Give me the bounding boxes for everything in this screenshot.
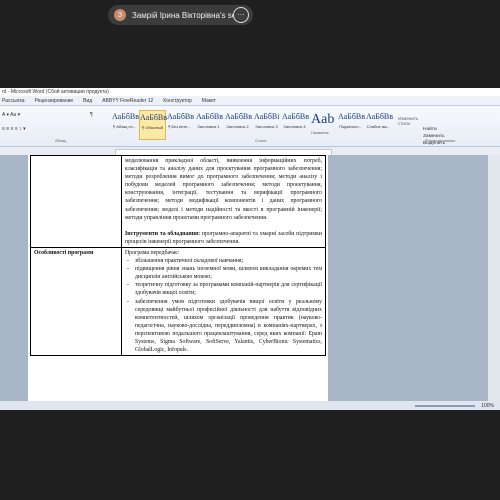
more-options-icon[interactable]: ⋯	[233, 7, 249, 23]
style-name: Заголовок 4	[283, 124, 306, 129]
group-label-editing: Редактирование	[425, 138, 456, 143]
editing-group: Найти Заменить Выделить	[423, 126, 445, 147]
style-name: Заголовок 1	[197, 124, 220, 129]
find-button[interactable]: Найти	[423, 126, 445, 133]
program-table: моделювання прикладної області, виявленн…	[30, 155, 326, 357]
screen-share-indicator[interactable]: З Замрій Ірина Вікторівна's screen ⋯	[108, 5, 253, 25]
tab-view[interactable]: Вид	[83, 98, 92, 104]
style-heading-3[interactable]: АаБбВі Заголовок 3	[254, 110, 279, 138]
style-heading-2[interactable]: АаБбВв Заголовок 2	[225, 110, 252, 138]
sort-icon[interactable]: ¶	[90, 112, 93, 118]
style-title-name: Название	[311, 130, 329, 135]
paragraph-align-buttons[interactable]: ≡ ≡ ≡ ≡ ↕ ▾	[2, 126, 26, 132]
style-name: ¶ Обычный	[142, 125, 163, 130]
table-row: Особливості програми Програма передбачає…	[30, 246, 326, 357]
style-subtitle[interactable]: АаБбВв Подзаголо...	[338, 110, 365, 138]
style-title-sample[interactable]: Aab	[311, 112, 334, 128]
style-sample: АаБбВв	[196, 112, 223, 121]
style-name: ¶ Абзац сп...	[112, 124, 137, 129]
style-no-spacing[interactable]: АаБбВв ¶ Без инте...	[167, 110, 194, 138]
tools-label: Інструменти та обладнання:	[125, 230, 201, 237]
table-cell-label	[30, 155, 122, 248]
style-heading-1[interactable]: АаБбВв Заголовок 1	[196, 110, 223, 138]
tools-paragraph: Інструменти та обладнання: програмно-апа…	[125, 230, 322, 246]
methods-paragraph: моделювання прикладної області, виявленн…	[125, 158, 322, 221]
tab-mailings[interactable]: Рассылка	[2, 98, 25, 104]
font-controls[interactable]: A ▾ Aa ▾	[2, 112, 20, 118]
tab-design[interactable]: Конструктор	[163, 98, 192, 104]
document-page[interactable]: моделювання прикладної області, виявленн…	[28, 155, 328, 410]
style-heading-4[interactable]: АаБбВв Заголовок 4	[282, 110, 309, 138]
ribbon: A ▾ Aa ▾ ≡ ≡ ≡ ≡ ↕ ▾ ¶ АаБбВв ¶ Абзац сп…	[0, 106, 500, 147]
ribbon-tabs: Рассылка Рецензирование Вид ABBYY FineRe…	[0, 96, 500, 106]
list-item: забезпечення умов підготовки здобувачів …	[127, 298, 322, 355]
style-sample: АаБбВв	[167, 112, 194, 121]
table-row: моделювання прикладної області, виявленн…	[30, 155, 326, 248]
style-name: ¶ Без инте...	[168, 124, 191, 129]
style-sample: АаБбВв	[225, 112, 252, 121]
tab-layout[interactable]: Макет	[202, 98, 216, 104]
style-sample: АаБбВв	[366, 112, 393, 121]
style-list-paragraph[interactable]: АаБбВв ¶ Абзац сп...	[112, 110, 139, 138]
status-bar: 100%	[0, 401, 500, 410]
table-cell-content[interactable]: моделювання прикладної області, виявленн…	[121, 155, 326, 248]
tab-abbyy[interactable]: ABBYY FineReader 12	[102, 98, 153, 104]
list-item: теоретичну підготовку за програмами комп…	[127, 281, 322, 297]
style-name: Заголовок 3	[255, 124, 278, 129]
vertical-scrollbar[interactable]	[488, 155, 500, 410]
document-area: моделювання прикладної області, виявленн…	[0, 155, 500, 410]
word-title-bar: rd - Microsoft Word (Сбой активации прод…	[0, 88, 500, 96]
style-normal[interactable]: АаБбВв ¶ Обычный	[139, 110, 167, 140]
features-intro: Програма передбачає:	[125, 249, 180, 256]
zoom-slider[interactable]	[415, 404, 476, 407]
table-cell-label: Особливості програми	[30, 246, 122, 357]
style-sample: АаБбВі	[254, 112, 280, 121]
style-sample: АаБбВв	[282, 112, 309, 121]
list-item: збільшення практичної складової навчання…	[127, 257, 322, 265]
group-label-paragraph: Абзац	[55, 138, 67, 143]
tab-review[interactable]: Рецензирование	[35, 98, 74, 104]
table-cell-content[interactable]: Програма передбачає: збільшення практичн…	[121, 246, 326, 357]
zoom-level[interactable]: 100%	[481, 403, 494, 409]
screen-share-title: Замрій Ірина Вікторівна's screen	[132, 10, 233, 20]
group-label-styles: Стили	[255, 138, 267, 143]
style-name: Слабое вы...	[366, 124, 391, 129]
style-sample: АаБбВв	[112, 112, 139, 121]
style-sample: АаБбВв	[140, 113, 167, 122]
shared-screen: rd - Microsoft Word (Сбой активации прод…	[0, 88, 500, 410]
style-subtle-emphasis[interactable]: АаБбВв Слабое вы...	[366, 110, 393, 138]
list-item: підвищення рівня знань іноземної мови, ш…	[127, 265, 322, 281]
style-name: Подзаголо...	[339, 124, 362, 129]
features-list: збільшення практичної складової навчання…	[125, 257, 322, 354]
presenter-avatar: З	[114, 9, 126, 21]
style-name: Заголовок 2	[226, 124, 249, 129]
style-sample: АаБбВв	[338, 112, 365, 121]
change-styles-button[interactable]: Изменить стили	[398, 116, 420, 126]
